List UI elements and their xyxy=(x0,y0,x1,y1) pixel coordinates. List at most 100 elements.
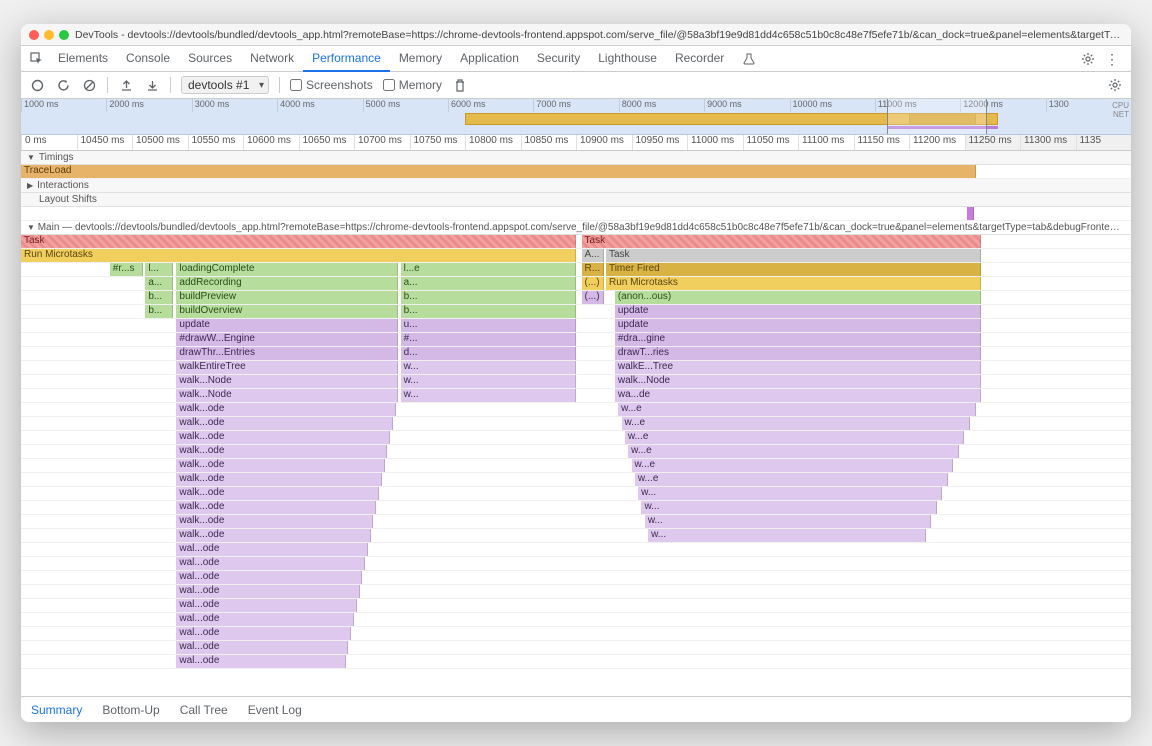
screenshots-checkbox[interactable]: Screenshots xyxy=(290,78,373,92)
track-header-timings[interactable]: ▼Timings xyxy=(21,151,1131,165)
recording-selector[interactable]: devtools #1 xyxy=(181,76,269,94)
flame-bar[interactable]: walk...ode xyxy=(176,431,390,444)
flame-bar[interactable]: loadingComplete xyxy=(176,263,398,276)
flame-bar[interactable]: Timer Fired xyxy=(606,263,981,276)
flame-bar[interactable]: walk...ode xyxy=(176,403,395,416)
memory-checkbox[interactable]: Memory xyxy=(383,78,442,92)
timing-bar[interactable]: TraceLoad xyxy=(21,165,976,178)
flame-bar[interactable]: Task xyxy=(606,249,981,262)
upload-icon[interactable] xyxy=(118,77,134,93)
flame-bar[interactable]: w...e xyxy=(625,431,965,444)
flame-bar[interactable]: #dra...gine xyxy=(615,333,981,346)
flame-bar[interactable]: walk...ode xyxy=(176,515,373,528)
capture-settings-gear-icon[interactable] xyxy=(1107,77,1123,93)
flame-bar[interactable]: w... xyxy=(648,529,926,542)
reload-icon[interactable] xyxy=(55,77,71,93)
flame-bar[interactable]: w... xyxy=(401,389,576,402)
flame-bar[interactable]: wal...ode xyxy=(176,627,351,640)
task-bar[interactable]: Task xyxy=(582,235,982,248)
flame-bar[interactable]: w...e xyxy=(622,417,971,430)
flame-bar[interactable]: b... xyxy=(145,291,173,304)
tab-sources[interactable]: Sources xyxy=(179,46,241,72)
record-icon[interactable] xyxy=(29,77,45,93)
tab-elements[interactable]: Elements xyxy=(49,46,117,72)
flame-bar[interactable]: d... xyxy=(401,347,576,360)
flame-bar[interactable]: wal...ode xyxy=(176,599,356,612)
flame-bar[interactable]: update xyxy=(176,319,398,332)
flame-bar[interactable]: walk...ode xyxy=(176,417,392,430)
flame-bar[interactable]: drawT...ries xyxy=(615,347,981,360)
track-header-layout-shifts[interactable]: Layout Shifts xyxy=(21,193,1131,207)
flame-bar[interactable]: A... xyxy=(582,249,604,262)
flame-bar[interactable]: l...e xyxy=(401,263,576,276)
tab-recorder[interactable]: Recorder xyxy=(666,46,733,72)
flame-bar[interactable]: b... xyxy=(145,305,173,318)
flame-bar[interactable]: w...e xyxy=(628,445,959,458)
flame-bar[interactable]: walk...Node xyxy=(615,375,981,388)
download-icon[interactable] xyxy=(144,77,160,93)
details-tab-summary[interactable]: Summary xyxy=(31,703,82,717)
flame-bar[interactable]: walk...ode xyxy=(176,445,387,458)
flame-bar[interactable]: (...) xyxy=(582,277,604,290)
flame-bar[interactable]: walk...ode xyxy=(176,473,381,486)
flame-bar[interactable]: (...) xyxy=(582,291,604,304)
flame-bar[interactable]: wal...ode xyxy=(176,585,359,598)
more-menu-icon[interactable]: ⋮ xyxy=(1105,52,1119,66)
flame-bar[interactable]: walk...ode xyxy=(176,501,376,514)
settings-gear-icon[interactable] xyxy=(1081,52,1095,66)
flame-bar[interactable]: walk...Node xyxy=(176,375,398,388)
flame-bar[interactable]: #drawW...Engine xyxy=(176,333,398,346)
flame-bar[interactable]: wal...ode xyxy=(176,543,367,556)
flame-bar[interactable]: buildPreview xyxy=(176,291,398,304)
flame-bar[interactable]: wal...ode xyxy=(176,613,354,626)
maximize-window-button[interactable] xyxy=(59,30,69,40)
flame-bar[interactable]: wal...ode xyxy=(176,655,345,668)
tab-lighthouse[interactable]: Lighthouse xyxy=(589,46,666,72)
flame-bar[interactable]: Run Microtasks xyxy=(21,249,576,262)
close-window-button[interactable] xyxy=(29,30,39,40)
tab-console[interactable]: Console xyxy=(117,46,179,72)
flame-bar[interactable]: w... xyxy=(645,515,931,528)
flame-bar[interactable]: R... xyxy=(582,263,604,276)
flame-bar[interactable]: b... xyxy=(401,305,576,318)
flame-bar[interactable]: #r...s xyxy=(110,263,143,276)
details-tab-event-log[interactable]: Event Log xyxy=(248,703,302,717)
flame-bar[interactable]: b... xyxy=(401,291,576,304)
timeline-ruler[interactable]: 0 ms10450 ms10500 ms10550 ms10600 ms1065… xyxy=(21,135,1131,151)
flame-bar[interactable]: a... xyxy=(145,277,173,290)
flame-bar[interactable]: wal...ode xyxy=(176,641,348,654)
flame-bar[interactable]: addRecording xyxy=(176,277,398,290)
flame-bar[interactable]: wal...ode xyxy=(176,557,365,570)
details-tab-call-tree[interactable]: Call Tree xyxy=(180,703,228,717)
minimize-window-button[interactable] xyxy=(44,30,54,40)
trash-icon[interactable] xyxy=(452,77,468,93)
flame-bar[interactable]: (anon...ous) xyxy=(615,291,981,304)
details-tab-bottom-up[interactable]: Bottom-Up xyxy=(102,703,159,717)
flame-bar[interactable]: w... xyxy=(401,361,576,374)
flame-bar[interactable]: walkE...Tree xyxy=(615,361,981,374)
flame-bar[interactable]: w... xyxy=(641,501,936,514)
tab-memory[interactable]: Memory xyxy=(390,46,451,72)
flame-bar[interactable]: w...e xyxy=(635,473,948,486)
tab-application[interactable]: Application xyxy=(451,46,528,72)
flame-bar[interactable]: wa...de xyxy=(615,389,981,402)
track-header-interactions[interactable]: ▶Interactions xyxy=(21,179,1131,193)
flame-bar[interactable]: buildOverview xyxy=(176,305,398,318)
flame-chart-area[interactable]: ▼Timings TraceLoad ▶Interactions Layout … xyxy=(21,151,1131,696)
layout-shift-marker[interactable] xyxy=(967,207,975,220)
flame-bar[interactable]: walk...ode xyxy=(176,459,384,472)
flame-bar[interactable]: drawThr...Entries xyxy=(176,347,398,360)
flame-bar[interactable]: wal...ode xyxy=(176,571,362,584)
track-header-main[interactable]: ▼ Main — devtools://devtools/bundled/dev… xyxy=(21,221,1131,235)
flame-bar[interactable]: #... xyxy=(401,333,576,346)
inspect-element-icon[interactable] xyxy=(25,52,49,66)
flame-bar[interactable]: a... xyxy=(401,277,576,290)
flame-bar[interactable]: w...e xyxy=(632,459,954,472)
flame-bar[interactable]: walk...ode xyxy=(176,529,370,542)
flame-bar[interactable]: w... xyxy=(638,487,942,500)
flame-bar[interactable]: walk...ode xyxy=(176,487,379,500)
timeline-overview[interactable]: 1000 ms2000 ms3000 ms4000 ms5000 ms6000 … xyxy=(21,99,1131,135)
tab-security[interactable]: Security xyxy=(528,46,589,72)
flame-bar[interactable]: Run Microtasks xyxy=(606,277,981,290)
flame-bar[interactable]: w...e xyxy=(618,403,975,416)
